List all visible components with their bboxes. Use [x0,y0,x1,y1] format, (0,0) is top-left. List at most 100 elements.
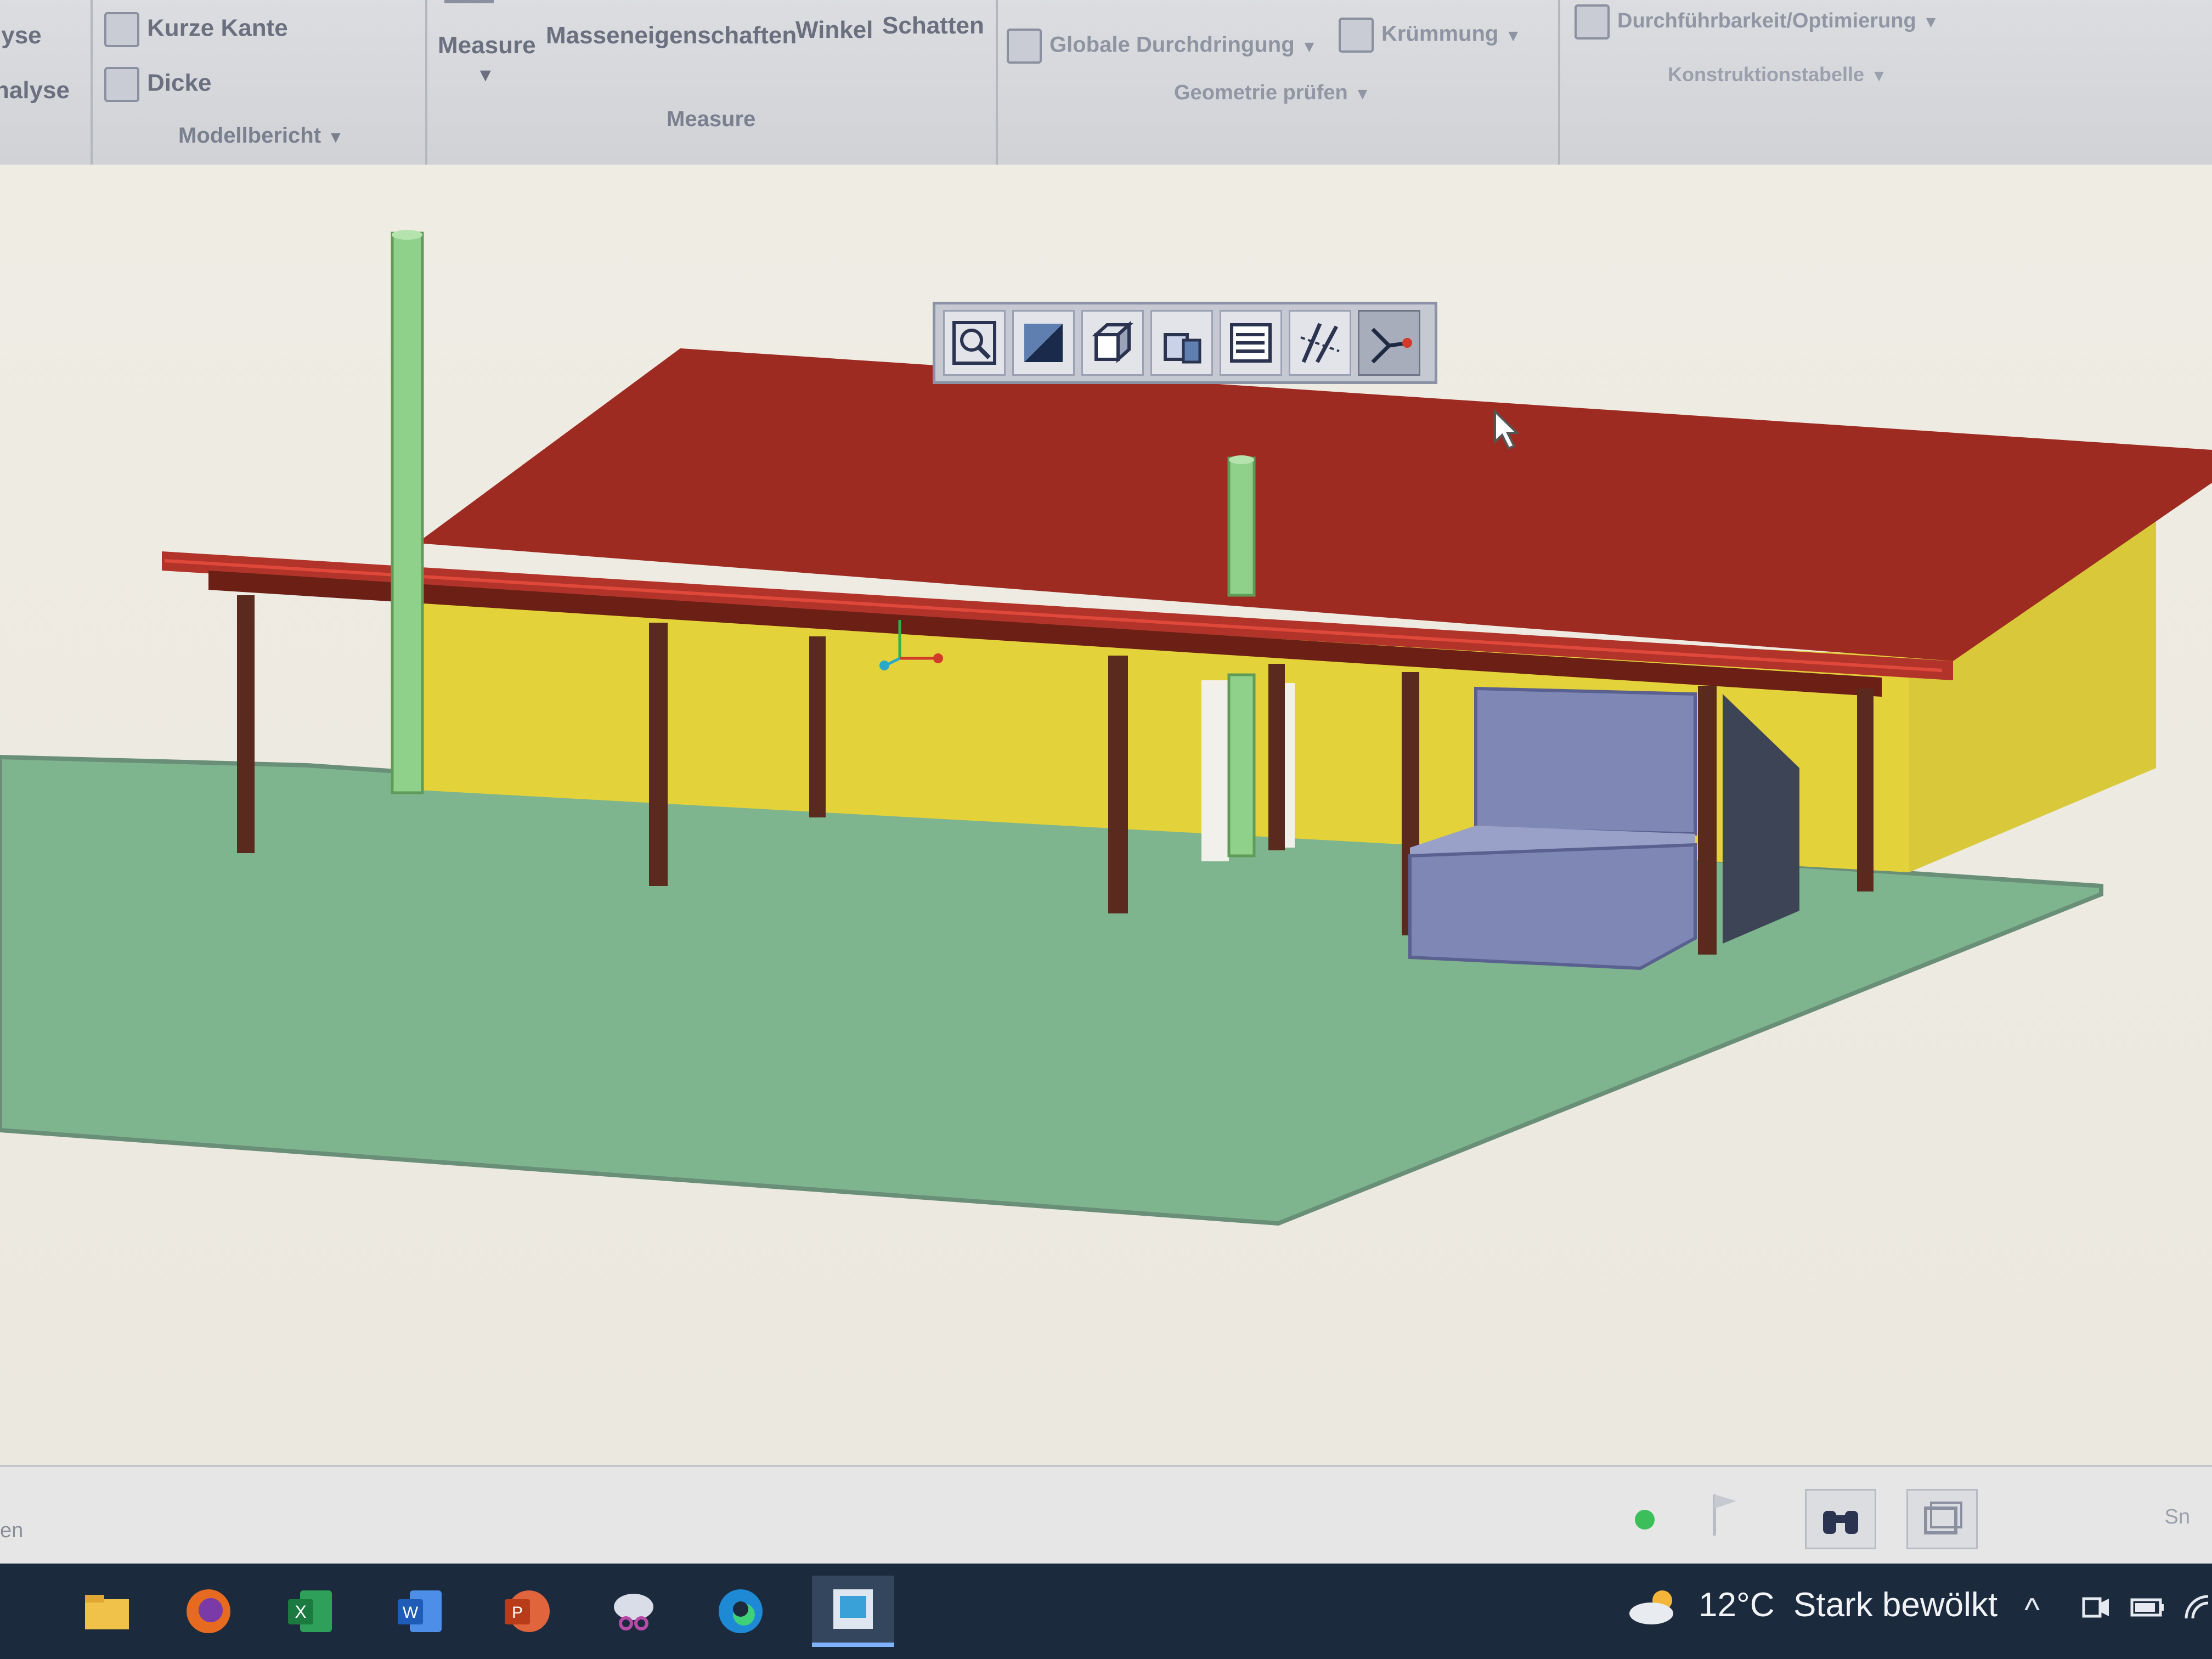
chevron-down-icon: ▼ [1301,37,1318,56]
weather-condition: Stark bewölkt [1793,1586,1998,1624]
chevron-down-icon: ▼ [1871,67,1887,85]
status-bar: en Sn [0,1465,2212,1566]
angle-button[interactable]: Winkel [795,16,873,44]
pipe [1227,673,1256,857]
measure-button[interactable]: Measure [438,32,536,59]
battery-icon[interactable] [2129,1591,2167,1624]
flag-icon [1713,1494,1736,1536]
model-report-group-label: Modellbericht [178,123,321,148]
properties-list-button[interactable] [1220,310,1282,376]
shadow-button[interactable]: Schatten [882,12,984,40]
binoculars-button[interactable] [1805,1489,1876,1549]
svg-text:P: P [512,1604,523,1622]
word-icon: W [398,1590,442,1632]
short-edge-button[interactable]: Kurze Kante [104,12,288,47]
thickness-label: Dicke [147,69,212,97]
taskbar-word[interactable]: W [384,1576,455,1647]
geometry-check-group[interactable]: Geometrie prüfen ▼ [1174,81,1370,105]
properties-list-icon [1230,323,1272,363]
3d-viewport[interactable] [0,165,2212,1470]
meet-now-icon[interactable] [2079,1591,2112,1624]
box-view-icon [1092,321,1133,363]
pipe [1227,456,1256,597]
windows-taskbar: X W P 12°C Stark bewölkt ^ [0,1564,2212,1659]
ribbon-separator [996,0,998,165]
global-interference-label: Globale Durchdringung [1049,32,1295,57]
thickness-icon [104,67,139,102]
chevron-down-icon: ▼ [1505,26,1522,45]
angle-label: Winkel [795,16,873,43]
edge-icon [719,1589,763,1633]
chevron-down-icon: ▼ [1922,13,1939,32]
construction-table-group[interactable]: Konstruktionstabelle ▼ [1668,63,1887,86]
curvature-icon [1339,18,1374,53]
post [809,636,826,817]
mass-properties-button[interactable]: Masseneigenschaften [546,22,797,49]
section-view-button[interactable] [1150,310,1213,376]
post [649,623,668,886]
feasibility-icon [1575,4,1610,40]
taskbar-edge[interactable] [705,1576,776,1647]
ribbon-left-item-1[interactable]: lyse [0,22,42,49]
show-hidden-icons-chevron-icon[interactable]: ^ [2024,1591,2040,1629]
window-toggle-button[interactable] [1906,1489,1978,1549]
measure-group-label: Measure [667,107,756,131]
feasibility-button[interactable]: Durchführbarkeit/Optimierung ▼ [1575,4,1939,40]
curvature-button[interactable]: Krümmung ▼ [1339,18,1521,53]
cad-app-icon [833,1589,873,1629]
firefox-icon [187,1589,230,1633]
status-indicator-icon [1635,1510,1655,1530]
curvature-label: Krümmung [1381,21,1499,46]
taskbar-excel[interactable]: X [274,1576,346,1647]
measure-label: Measure [438,32,536,59]
pipe [391,232,424,794]
zoom-fit-icon [952,321,996,365]
file-explorer-icon [85,1595,129,1629]
thickness-button[interactable]: Dicke [104,67,211,102]
measure-pattern-button[interactable] [1289,310,1351,376]
zoom-fit-button[interactable] [943,310,1006,376]
ribbon-separator [1558,0,1560,165]
shading-button[interactable] [1012,310,1075,376]
weather-widget[interactable]: 12°C Stark bewölkt [1624,1585,1997,1627]
status-left-text: en [0,1519,24,1542]
connect-points-button[interactable] [1358,310,1420,376]
mouse-cursor-icon [1494,409,1520,450]
chevron-down-icon: ▼ [328,128,344,146]
interference-icon [1007,29,1042,64]
post [1268,664,1285,850]
svg-text:X: X [295,1602,306,1622]
cloudy-weather-icon [1629,1590,1673,1624]
box-view-button[interactable] [1081,310,1144,376]
short-edge-icon [104,12,139,47]
status-right-text: Sn [2164,1505,2190,1528]
geometry-check-group-label: Geometrie prüfen [1174,81,1348,104]
construction-table-group-label: Konstruktionstabelle [1668,63,1865,86]
model-report-group[interactable]: Modellbericht ▼ [178,123,344,148]
post [237,595,255,853]
svg-text:W: W [403,1604,419,1622]
taskbar-cad-app[interactable] [812,1576,894,1647]
ribbon-separator [425,0,427,165]
ribbon-separator [91,0,93,165]
short-edge-label: Kurze Kante [147,14,288,42]
feasibility-label: Durchführbarkeit/Optimierung [1617,9,1916,33]
global-interference-button[interactable]: Globale Durchdringung ▼ [1007,29,1317,64]
section-view-icon [1164,333,1201,364]
measure-pattern-icon [1300,323,1340,363]
taskbar-firefox[interactable] [173,1576,244,1647]
taskbar-file-explorer[interactable] [71,1576,143,1647]
taskbar-snipping-tool[interactable] [598,1576,669,1647]
taskbar-powerpoint[interactable]: P [491,1576,562,1647]
mass-properties-label: Masseneigenschaften [546,22,797,49]
chevron-down-icon: ▼ [1354,85,1371,103]
wifi-icon[interactable] [2181,1591,2212,1624]
shading-icon [1024,324,1063,362]
measure-dropdown-chevron-icon[interactable]: ▼ [476,65,495,86]
shadow-label: Schatten [882,12,984,39]
snipping-tool-icon [614,1594,653,1630]
window-icon [1924,1502,1962,1534]
powerpoint-icon: P [505,1590,550,1632]
post [1108,656,1128,913]
ribbon-left-item-2[interactable]: nalyse [0,77,70,104]
